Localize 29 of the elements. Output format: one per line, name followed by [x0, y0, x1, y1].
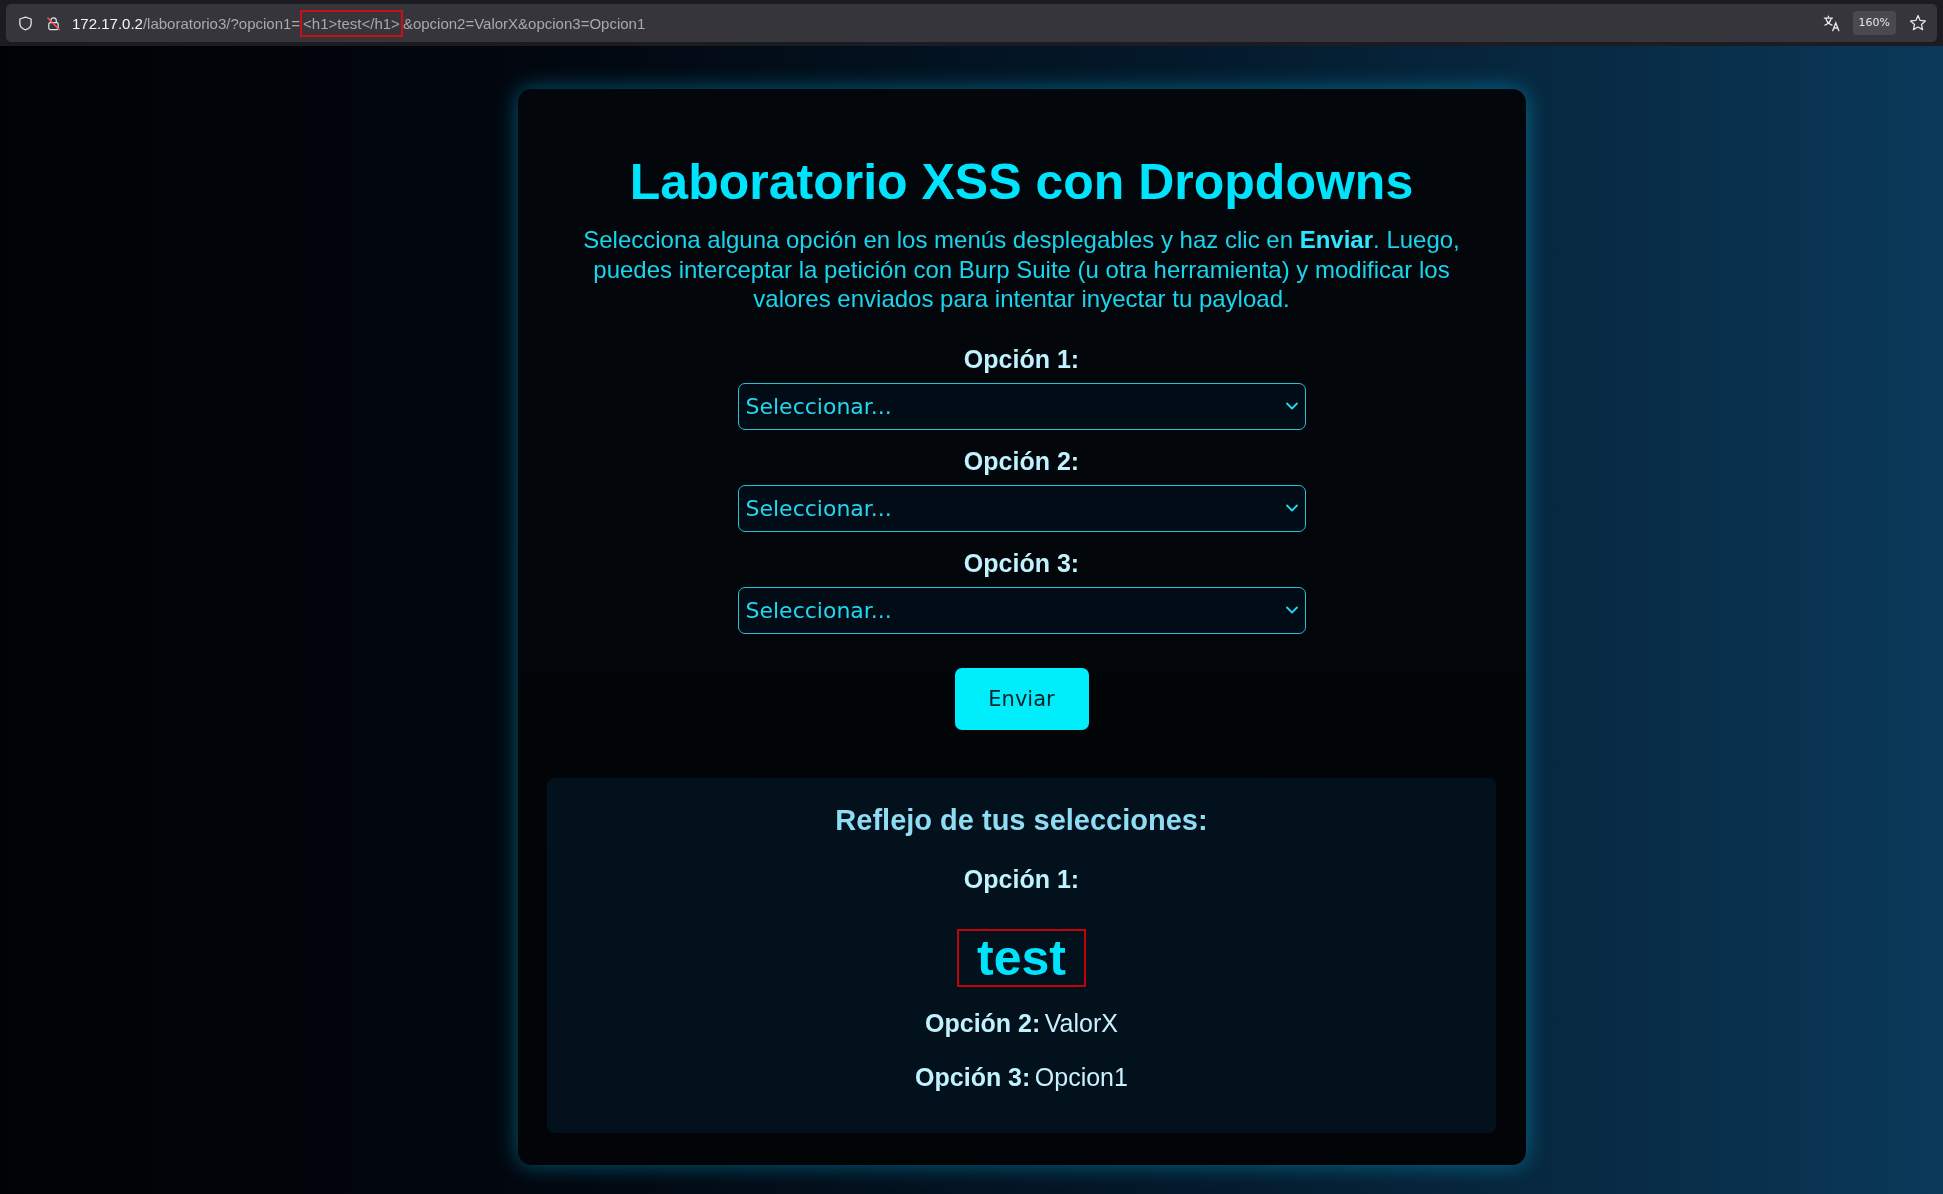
field-label: Opción 3: — [963, 547, 1080, 578]
submit-button[interactable]: Enviar — [954, 667, 1089, 730]
results-heading: Reflejo de tus selecciones: — [834, 802, 1209, 838]
zoom-level-button[interactable]: 160% — [1852, 11, 1896, 35]
chevron-down-icon — [1285, 606, 1298, 614]
chevron-down-icon — [1285, 402, 1298, 410]
crossed-lock-icon[interactable] — [46, 15, 61, 31]
address-bar[interactable]: 172.17.0.2/laboratorio3/?opcion1= <h1>test</h1> &opcion2=ValorX&opcion3=Opcion1 160% — [6, 4, 1937, 42]
result-label: Opción 1: — [962, 863, 1081, 894]
url-path: /laboratorio3/?opcion1= — [142, 14, 301, 32]
field-label: Opción 2: — [963, 445, 1080, 476]
star-icon[interactable] — [1909, 14, 1927, 32]
result-value: Opcion1 — [1034, 1062, 1128, 1091]
shield-icon[interactable] — [18, 15, 33, 31]
instructions-text: Selecciona alguna opción en los menús desplegables y haz clic en Enviar. Luego, puedes interceptar la petición con Burp Suite (u otra herramienta) y modificar los valores enviados para intentar inyectar tu payload. — [582, 225, 1461, 314]
field-label: Opción 1: — [963, 343, 1080, 374]
dropdown[interactable]: Seleccionar... — [737, 586, 1306, 634]
result-label: Opción 2: — [925, 1008, 1041, 1037]
url-host: 172.17.0.2 — [72, 14, 143, 32]
url-path: <h1>test</h1> — [300, 9, 403, 37]
url-path: &opcion2=ValorX&opcion3=Opcion1 — [402, 14, 646, 32]
dropdown[interactable]: Seleccionar... — [737, 382, 1306, 430]
result-label: Opción 3: — [915, 1062, 1031, 1091]
translate-icon[interactable] — [1822, 14, 1841, 32]
chevron-down-icon — [1285, 504, 1298, 512]
page-title: Laboratorio XSS con Dropdowns — [629, 153, 1414, 211]
reflected-heading: test — [957, 928, 1086, 987]
result-value: ValorX — [1044, 1008, 1118, 1037]
dropdown[interactable]: Seleccionar... — [737, 484, 1306, 532]
